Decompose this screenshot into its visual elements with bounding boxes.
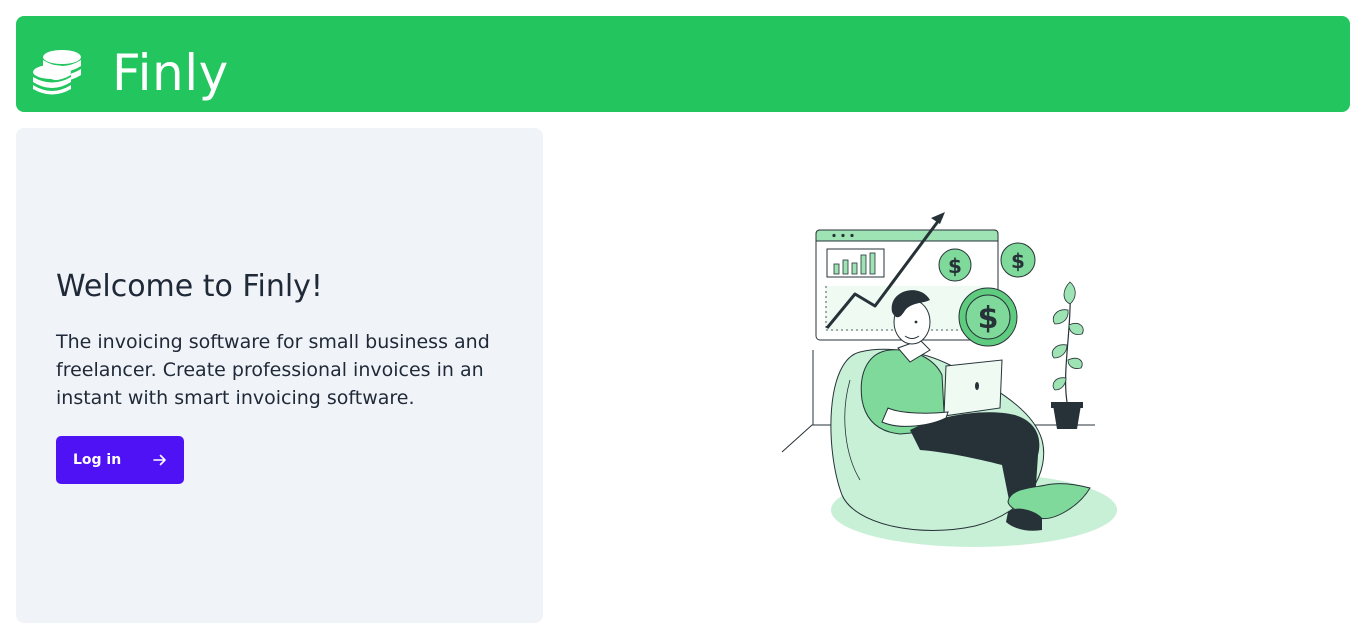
svg-text:$: $ [948, 254, 962, 278]
hero-panel: Welcome to Finly! The invoicing software… [16, 128, 543, 623]
login-button-label: Log in [73, 452, 122, 468]
coins-stack-icon [32, 48, 82, 96]
finance-illustration: $ $ $ [770, 200, 1130, 560]
hero-description: The invoicing software for small busines… [56, 331, 490, 409]
svg-text:$: $ [1011, 249, 1025, 273]
arrow-right-icon [153, 453, 167, 467]
hero-title: Welcome to Finly! [56, 269, 323, 304]
login-button[interactable]: Log in [56, 436, 184, 484]
svg-text:$: $ [978, 301, 999, 336]
app-header: Finly [16, 16, 1350, 112]
brand-name: Finly [112, 44, 229, 102]
